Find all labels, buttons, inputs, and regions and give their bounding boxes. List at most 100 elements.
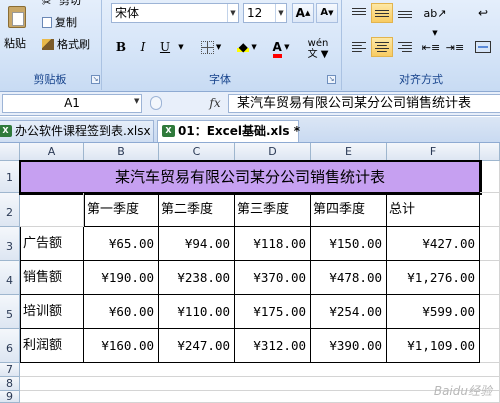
font-color-button[interactable]: A ▼: [266, 37, 296, 58]
align-center-button[interactable]: [371, 37, 393, 57]
align-right-button[interactable]: [394, 37, 416, 57]
clipboard-launcher-icon[interactable]: ↘: [91, 75, 100, 84]
align-middle-button[interactable]: [371, 3, 393, 23]
column-header-d[interactable]: D: [235, 143, 311, 161]
bold-button[interactable]: B: [112, 37, 130, 57]
wrap-text-button[interactable]: ↩: [470, 3, 496, 23]
cell-g6[interactable]: [480, 329, 500, 363]
row-header-1[interactable]: 1: [0, 161, 20, 193]
increase-indent-button[interactable]: ⇥≡: [444, 37, 466, 57]
row-label-cell[interactable]: 培训额: [20, 295, 84, 329]
splitter-handle-icon[interactable]: [150, 96, 162, 110]
column-header-f[interactable]: F: [387, 143, 480, 161]
value-cell[interactable]: ¥247.00: [159, 329, 235, 363]
row-label-cell[interactable]: 利润额: [20, 329, 84, 363]
value-cell[interactable]: ¥94.00: [159, 227, 235, 261]
column-header-c[interactable]: C: [159, 143, 235, 161]
format-painter-button[interactable]: 格式刷: [42, 38, 90, 52]
align-left-button[interactable]: [348, 37, 370, 57]
copy-button[interactable]: 复制: [42, 16, 77, 30]
fill-color-button[interactable]: ◆ ▼: [232, 37, 262, 57]
shrink-font-button[interactable]: A▼: [316, 3, 338, 23]
total-cell[interactable]: ¥1,109.00: [387, 329, 480, 363]
align-bottom-button[interactable]: [394, 3, 416, 23]
name-box[interactable]: A1: [2, 94, 142, 113]
value-cell[interactable]: ¥150.00: [311, 227, 387, 261]
value-cell[interactable]: ¥190.00: [84, 261, 159, 295]
row-label-cell[interactable]: 广告额: [20, 227, 84, 261]
paste-label: 粘贴: [4, 37, 26, 50]
phonetic-button[interactable]: wén 文 ▼: [300, 37, 336, 60]
value-cell[interactable]: ¥238.00: [159, 261, 235, 295]
workbook-tab[interactable]: X 办公软件课程签到表.xlsx: [0, 120, 154, 142]
header-cell[interactable]: 第一季度: [84, 193, 159, 227]
chevron-down-icon: ▼: [275, 4, 286, 22]
merge-center-button[interactable]: [470, 37, 496, 57]
select-all-corner[interactable]: [0, 143, 20, 161]
workbook-tab-bar: X 办公软件课程签到表.xlsx X 01：Excel基础.xls *: [0, 117, 500, 143]
value-cell[interactable]: ¥110.00: [159, 295, 235, 329]
cell-g4[interactable]: [480, 261, 500, 295]
cell-a2[interactable]: [20, 193, 84, 227]
row-header-9[interactable]: 9: [0, 391, 20, 403]
header-cell[interactable]: 第二季度: [159, 193, 235, 227]
column-header-a[interactable]: A: [20, 143, 84, 161]
value-cell[interactable]: ¥254.00: [311, 295, 387, 329]
name-box-dropdown-icon[interactable]: ▼: [134, 97, 139, 105]
empty-row-7[interactable]: [20, 363, 500, 377]
underline-dropdown[interactable]: ▼: [176, 37, 186, 57]
borders-button[interactable]: ▼: [196, 37, 226, 57]
grow-font-button[interactable]: A▲: [292, 3, 314, 23]
value-cell[interactable]: ¥312.00: [235, 329, 311, 363]
value-cell[interactable]: ¥65.00: [84, 227, 159, 261]
cell-g2[interactable]: [480, 193, 500, 227]
insert-function-button[interactable]: fx: [205, 94, 225, 113]
total-cell[interactable]: ¥1,276.00: [387, 261, 480, 295]
total-cell[interactable]: ¥427.00: [387, 227, 480, 261]
header-cell[interactable]: 第三季度: [235, 193, 311, 227]
formula-input[interactable]: 某汽车贸易有限公司某分公司销售统计表: [228, 94, 500, 113]
cut-button[interactable]: ✂ 剪切: [42, 0, 81, 9]
value-cell[interactable]: ¥160.00: [84, 329, 159, 363]
value-cell[interactable]: ¥118.00: [235, 227, 311, 261]
decrease-indent-button[interactable]: ⇤≡: [420, 37, 442, 57]
row-header-8[interactable]: 8: [0, 377, 20, 391]
cell-g1[interactable]: [480, 161, 500, 193]
cell-g3[interactable]: [480, 227, 500, 261]
workbook-tab-active[interactable]: X 01：Excel基础.xls *: [157, 120, 300, 142]
font-name-select[interactable]: 宋体 ▼: [111, 3, 239, 23]
align-bottom-icon: [398, 8, 412, 18]
row-header-6[interactable]: 6: [0, 329, 20, 363]
orientation-button[interactable]: ab↗ ▼: [420, 3, 450, 37]
column-header-e[interactable]: E: [311, 143, 387, 161]
row-header-3[interactable]: 3: [0, 227, 20, 261]
value-cell[interactable]: ¥60.00: [84, 295, 159, 329]
header-cell[interactable]: 第四季度: [311, 193, 387, 227]
header-cell[interactable]: 总计: [387, 193, 480, 227]
clipboard-icon: [8, 6, 26, 28]
row-label-cell[interactable]: 销售额: [20, 261, 84, 295]
title-cell-a1[interactable]: 某汽车贸易有限公司某分公司销售统计表: [20, 161, 480, 193]
value-cell[interactable]: ¥478.00: [311, 261, 387, 295]
cell-g5[interactable]: [480, 295, 500, 329]
underline-button[interactable]: U: [156, 37, 174, 57]
empty-row-8[interactable]: [20, 377, 500, 391]
paste-button[interactable]: 粘贴: [2, 2, 32, 58]
value-cell[interactable]: ¥390.00: [311, 329, 387, 363]
italic-button[interactable]: I: [134, 37, 152, 57]
column-header-g[interactable]: [480, 143, 500, 161]
font-launcher-icon[interactable]: ↘: [327, 75, 336, 84]
value-cell[interactable]: ¥370.00: [235, 261, 311, 295]
value-cell[interactable]: ¥175.00: [235, 295, 311, 329]
row-header-7[interactable]: 7: [0, 363, 20, 377]
column-header-b[interactable]: B: [84, 143, 159, 161]
row-header-2[interactable]: 2: [0, 193, 20, 227]
total-cell[interactable]: ¥599.00: [387, 295, 480, 329]
font-size-select[interactable]: 12 ▼: [243, 3, 287, 23]
row-header-4[interactable]: 4: [0, 261, 20, 295]
merge-center-icon: [475, 41, 491, 53]
align-center-icon: [375, 42, 389, 53]
align-top-button[interactable]: [348, 3, 370, 23]
row-header-5[interactable]: 5: [0, 295, 20, 329]
empty-row-9[interactable]: [20, 391, 500, 403]
